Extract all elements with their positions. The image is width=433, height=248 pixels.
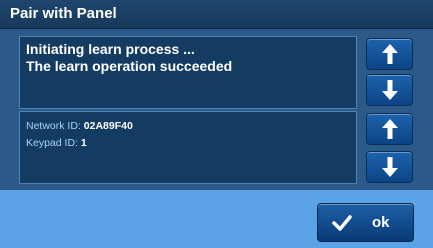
network-id-row: Network ID: 02A89F40 xyxy=(26,120,133,132)
log-scroll-down-button[interactable] xyxy=(366,74,413,106)
arrow-up-icon xyxy=(381,119,398,139)
keypad-id-row: Keypad ID: 1 xyxy=(26,137,87,149)
log-panel: Initiating learn process ... The learn o… xyxy=(19,36,357,109)
title-bar: Pair with Panel xyxy=(0,0,433,29)
arrow-down-icon xyxy=(381,80,398,100)
log-scroll-up-button[interactable] xyxy=(366,38,413,70)
log-line-succeeded: The learn operation succeeded xyxy=(26,58,233,74)
window-title: Pair with Panel xyxy=(10,5,117,22)
arrow-down-icon xyxy=(381,157,398,177)
network-id-label: Network ID: xyxy=(26,120,81,132)
ok-button[interactable]: ok xyxy=(317,203,414,242)
network-id-value: 02A89F40 xyxy=(83,120,133,132)
ok-button-label: ok xyxy=(372,214,390,231)
log-line-initiating: Initiating learn process ... xyxy=(26,41,195,57)
info-scroll-down-button[interactable] xyxy=(366,151,413,183)
arrow-up-icon xyxy=(381,44,398,64)
info-scroll-up-button[interactable] xyxy=(366,113,413,145)
keypad-id-value: 1 xyxy=(80,137,87,149)
checkmark-icon xyxy=(332,215,352,231)
info-panel: Network ID: 02A89F40 Keypad ID: 1 xyxy=(19,111,357,184)
keypad-id-label: Keypad ID: xyxy=(26,137,78,149)
